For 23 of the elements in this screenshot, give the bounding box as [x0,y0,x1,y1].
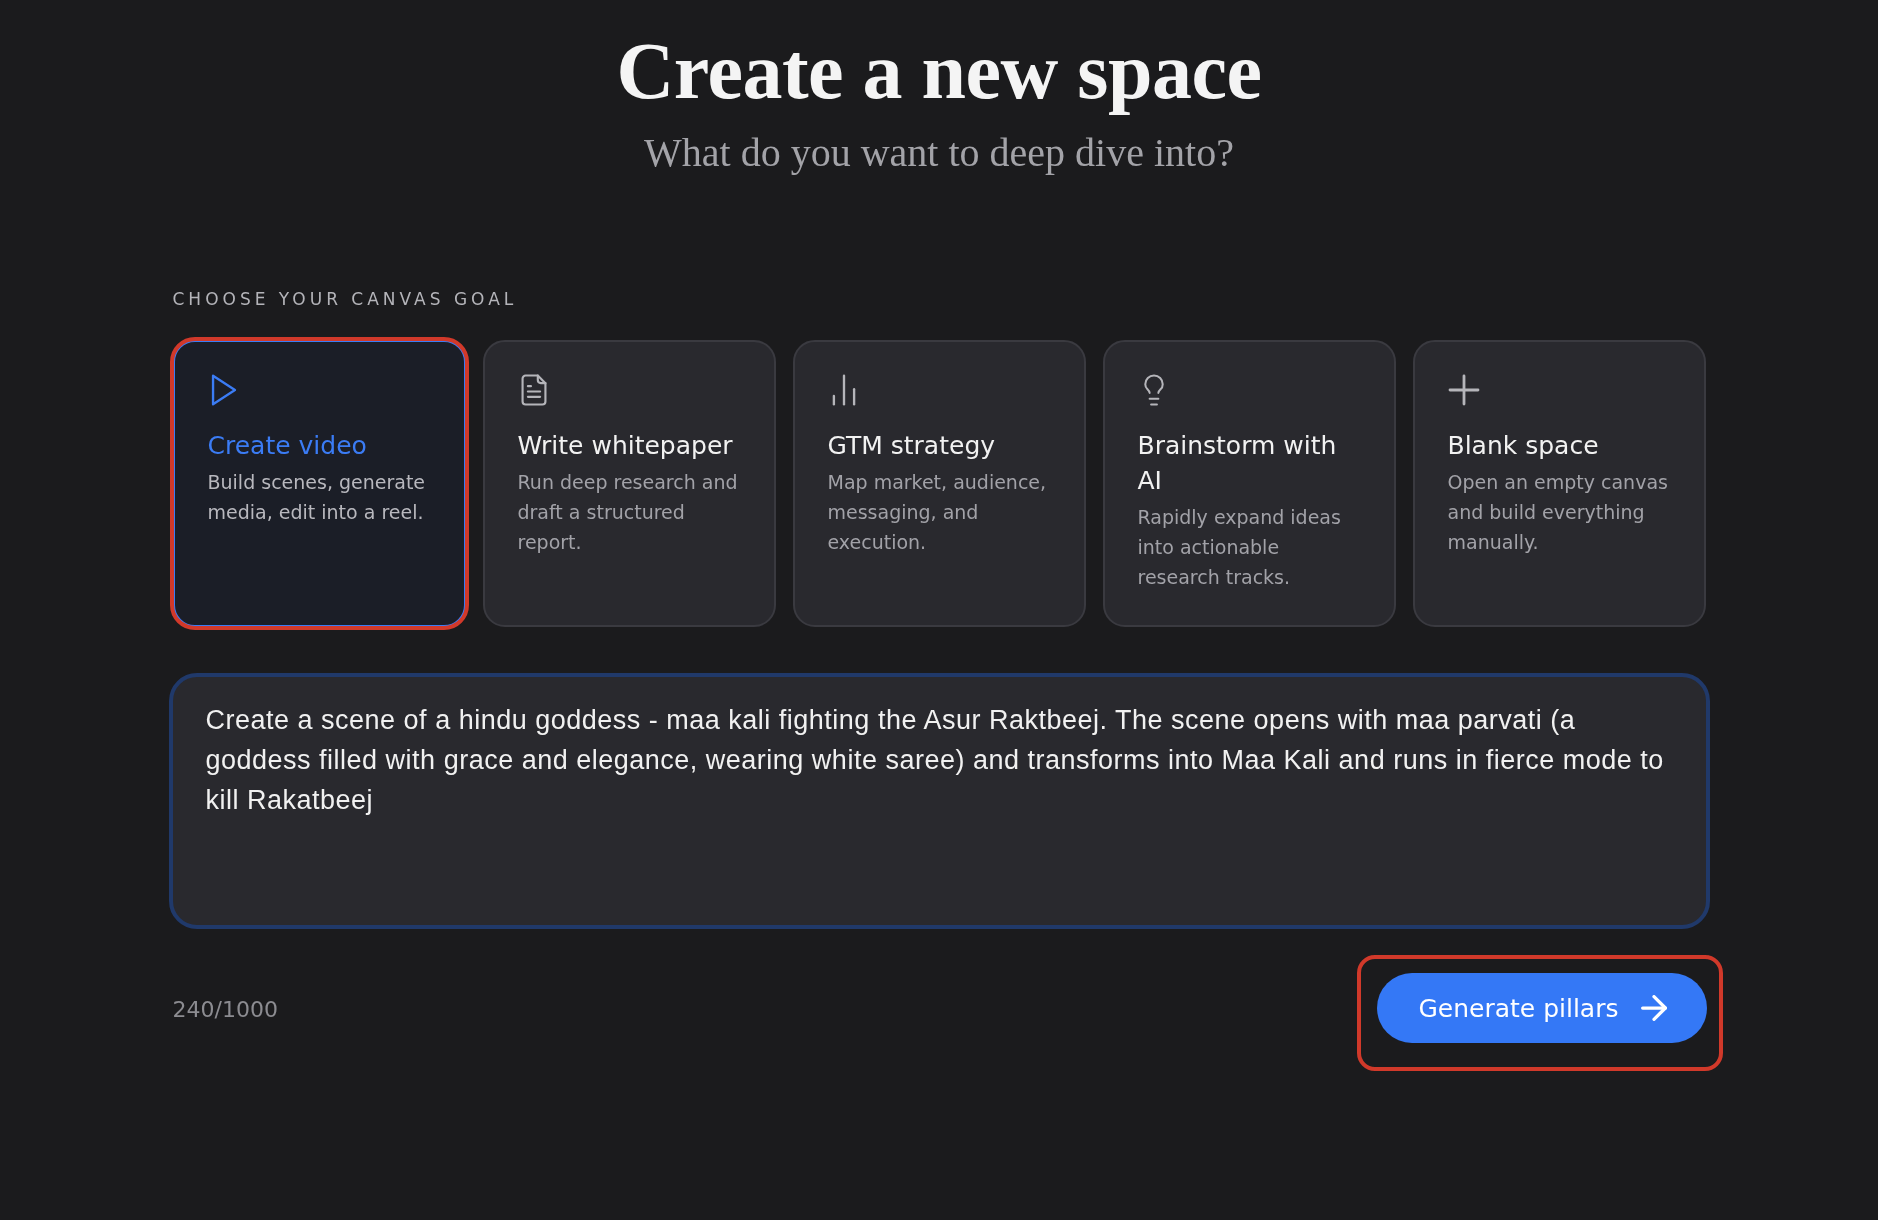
card-title: Brainstorm with AI [1137,430,1338,497]
section-label: CHOOSE YOUR CANVAS GOAL [172,288,519,310]
goal-card[interactable]: Brainstorm with AI Rapidly expand ideas into actionable research tracks. [1102,340,1396,627]
generate-button[interactable]: Generate pillars [1377,973,1707,1043]
card-title: Blank space [1447,430,1599,462]
card-title: Write whitepaper [517,430,733,462]
page-subtitle: What do you want to deep dive into? [644,130,1234,176]
card-title: Create video [207,430,367,462]
character-counter: 240/1000 [172,996,278,1024]
goal-card[interactable]: GTM strategy Map market, audience, messaging, and execution. [792,340,1086,627]
card-title: GTM strategy [827,430,996,462]
page-title: Create a new space [616,28,1262,114]
prompt-field[interactable]: Create a scene of a hindu goddess - maa kali fighting the Asur Raktbeej. The scene opens with maa parvati (a goddess filled with grace and elegance, wearing white saree) and transforms into Maa Kali and runs in fierce mode to kill Rakatbeej [168,673,1710,929]
goal-card[interactable]: Create video Build scenes, generate media, edit into a reel. [172,340,466,627]
goal-card[interactable]: Blank space Open an empty canvas and build everything manually. [1412,340,1706,627]
card-description: Rapidly expand ideas into actionable research tracks. [1137,505,1342,590]
card-description: Open an empty canvas and build everything manually. [1447,470,1669,555]
card-description: Map market, audience, messaging, and execution. [827,470,1048,555]
plus-icon [1447,374,1480,406]
card-description: Run deep research and draft a structured report. [517,470,739,555]
goal-card[interactable]: Write whitepaper Run deep research and draft a structured report. [482,340,776,627]
arrow-right-icon [1640,995,1667,1021]
card-description: Build scenes, generate media, edit into a reel. [207,470,427,525]
